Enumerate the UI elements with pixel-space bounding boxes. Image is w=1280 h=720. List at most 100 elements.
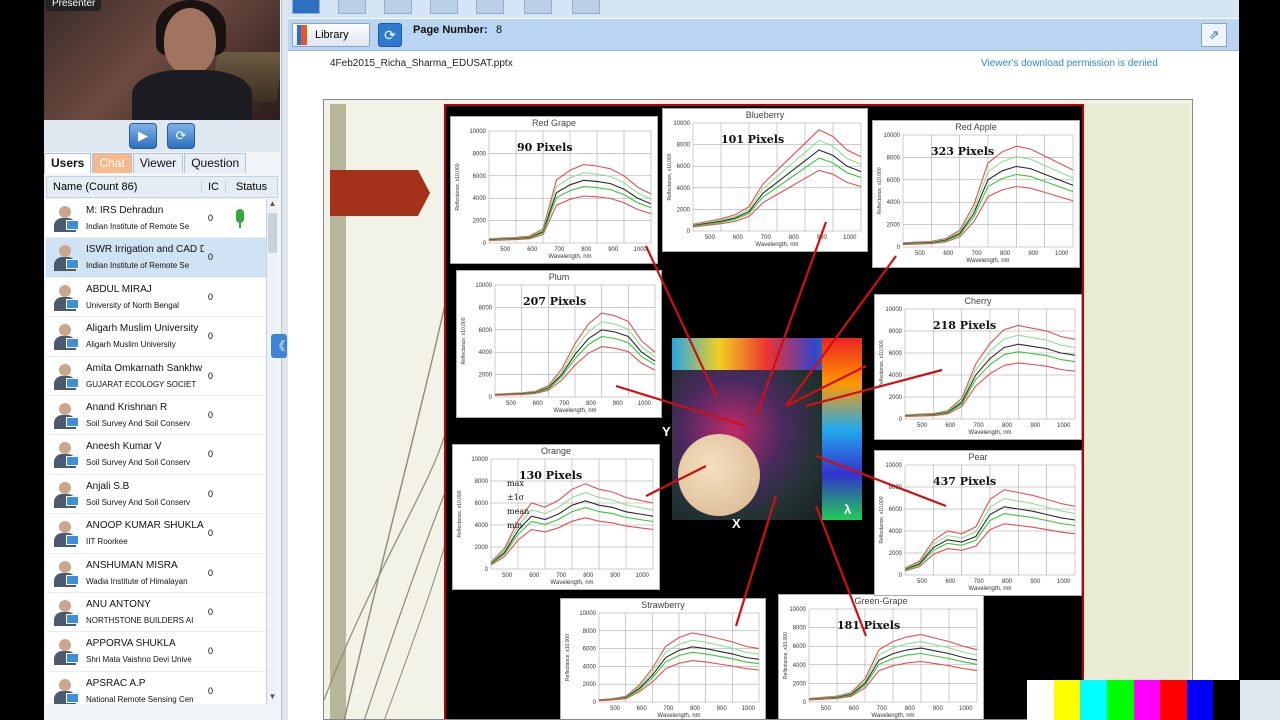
media-icon[interactable] xyxy=(476,0,504,14)
user-list-header: Name (Count 86) IC Status xyxy=(46,176,278,198)
user-ic-count: 0 xyxy=(208,488,214,499)
user-row[interactable]: ABDUL MIRAJ University of North Bengal 0 xyxy=(46,278,266,318)
connector-line xyxy=(814,505,868,637)
column-ic[interactable]: IC xyxy=(201,181,225,193)
left-panel: Presenter ▶ ⟳ Users Chat Viewer Question Na… xyxy=(44,0,282,720)
column-status[interactable]: Status xyxy=(225,181,277,193)
library-icon xyxy=(297,25,307,45)
connector-line xyxy=(785,255,897,407)
app-root: Presenter ▶ ⟳ Users Chat Viewer Question Na… xyxy=(0,0,1280,720)
desktop-share-icon[interactable] xyxy=(524,0,552,14)
user-ic-count: 0 xyxy=(208,606,214,617)
user-row[interactable]: Aneesh Kumar V Soil Survey And Soil Conse… xyxy=(46,435,266,475)
user-row[interactable]: ANOOP KUMAR SHUKLA IIT Roorkee 0 xyxy=(46,514,266,554)
connector-lines xyxy=(615,221,947,637)
refresh-icon: ⟳ xyxy=(175,128,187,143)
user-name: Amita Omkarnath Sankhw xyxy=(86,362,203,374)
list-view-icon[interactable] xyxy=(292,0,320,14)
page-number-value: 8 xyxy=(496,24,503,36)
connector-line xyxy=(615,384,747,428)
tab-question[interactable]: Question xyxy=(184,153,247,173)
user-avatar-icon xyxy=(52,521,79,548)
user-organization: IIT Roorkee xyxy=(86,537,128,547)
play-icon: ▶ xyxy=(138,128,148,143)
library-label: Library xyxy=(315,29,349,41)
user-list-scrollbar[interactable]: ▲ ▼ xyxy=(266,199,278,704)
refresh-video-button[interactable]: ⟳ xyxy=(167,123,195,149)
microphone-icon[interactable] xyxy=(236,209,244,228)
connector-line xyxy=(805,368,943,408)
hyperspectral-figure: Green-Grape 0 2000 4000 6000 8000 10000 500 600 7… xyxy=(444,104,1084,719)
user-ic-count: 0 xyxy=(208,449,214,460)
presenter-video: Presenter xyxy=(44,0,280,120)
user-row[interactable]: APPORVA SHUKLA Shri Mata Vaishno Devi Uni… xyxy=(46,632,266,672)
tab-users[interactable]: Users xyxy=(44,153,92,173)
user-organization: Aligarh Muslim University xyxy=(86,340,176,350)
user-organization: NORTHSTONE BUILDERS AI xyxy=(86,615,194,625)
tab-viewer[interactable]: Viewer xyxy=(132,153,184,173)
color-bar xyxy=(1133,680,1161,720)
document-icon[interactable] xyxy=(384,0,412,14)
library-button[interactable]: Library xyxy=(292,23,370,47)
user-name: ANU ANTONY xyxy=(86,598,151,610)
file-name: 4Feb2015_Richa_Sharma_EDUSAT.pptx xyxy=(330,58,513,69)
collapse-panel-button[interactable]: 《 xyxy=(271,334,287,358)
slide-right-background xyxy=(1084,104,1190,719)
user-row[interactable]: ANSHUMAN MISRA Wadia Institute of Himalay… xyxy=(46,554,266,593)
whiteboard-icon[interactable] xyxy=(338,0,366,14)
play-button[interactable]: ▶ xyxy=(129,123,157,149)
scroll-thumb[interactable] xyxy=(268,213,277,253)
refresh-button[interactable]: ⟳ xyxy=(378,23,402,47)
user-row[interactable]: APSRAC A.P National Remote Sensing Cen 0 xyxy=(46,672,266,704)
user-name: APSRAC A.P xyxy=(86,677,146,689)
user-row[interactable]: Anand Krishnan R Soil Survey And Soil Con… xyxy=(46,396,266,436)
user-row[interactable]: Anjali S.B Soil Survey And Soil Conserv 0 xyxy=(46,475,266,515)
main-viewer: Library ⟳ Page Number: 8 ⇗ 4Feb2015_Rich… xyxy=(288,0,1239,720)
refresh-icon: ⟳ xyxy=(384,27,396,43)
user-organization: Indian Institute of Remote Se xyxy=(86,261,190,271)
color-bar xyxy=(1053,680,1081,720)
user-name: Anjali S.B xyxy=(86,480,130,492)
user-row[interactable]: ISWR Irrigation and CAD D Indian Institut… xyxy=(46,238,266,278)
twod-icon[interactable] xyxy=(430,0,458,14)
user-ic-count: 0 xyxy=(208,528,214,539)
photo-icon[interactable] xyxy=(572,0,600,14)
user-row[interactable]: Amita Omkarnath Sankhw GUJARAT ECOLOGY SO… xyxy=(46,357,266,396)
video-presenter-body xyxy=(132,70,252,120)
user-name: ANSHUMAN MISRA xyxy=(86,559,178,571)
user-ic-count: 0 xyxy=(208,646,214,657)
user-avatar-icon xyxy=(52,481,79,508)
slide-arrow-shape xyxy=(330,170,430,216)
user-avatar-icon xyxy=(52,245,79,272)
user-name: M: IRS Dehradun xyxy=(86,205,164,216)
user-avatar-icon xyxy=(52,442,79,469)
color-test-bars xyxy=(1027,680,1240,720)
user-organization: GUJARAT ECOLOGY SOCIET xyxy=(86,379,197,389)
user-organization: University of North Bengal xyxy=(86,300,179,310)
user-avatar-icon xyxy=(52,678,79,704)
tab-chat[interactable]: Chat xyxy=(92,153,132,173)
popout-button[interactable]: ⇗ xyxy=(1201,23,1227,47)
scroll-up-icon[interactable]: ▲ xyxy=(267,199,278,211)
user-ic-count: 0 xyxy=(208,331,214,342)
user-organization: Soil Survey And Soil Conserv xyxy=(86,418,191,428)
user-row[interactable]: M: IRS Dehradun Indian Institute of Remot… xyxy=(46,199,266,239)
user-avatar-icon xyxy=(52,206,79,232)
scroll-down-icon[interactable]: ▼ xyxy=(267,692,278,704)
video-controls: ▶ ⟳ xyxy=(44,120,280,152)
user-name: Aneesh Kumar V xyxy=(86,441,162,453)
user-row[interactable]: ANU ANTONY NORTHSTONE BUILDERS AI 0 xyxy=(46,593,266,633)
color-bar xyxy=(1160,680,1187,720)
user-avatar-icon xyxy=(52,402,79,429)
color-bar xyxy=(1186,680,1214,720)
user-organization: Soil Survey And Soil Conserv xyxy=(86,497,191,507)
user-row[interactable]: Aligarh Muslim University Aligarh Muslim … xyxy=(46,317,266,357)
user-avatar-icon xyxy=(52,639,79,666)
color-bar xyxy=(1027,680,1054,720)
user-name: Anand Krishnan R xyxy=(86,401,168,413)
column-name[interactable]: Name (Count 86) xyxy=(47,181,201,193)
color-bar xyxy=(1080,680,1107,720)
user-name: ABDUL MIRAJ xyxy=(86,283,152,295)
permission-notice: Viewer's download permission is denied xyxy=(981,58,1158,69)
panel-tabs: Users Chat Viewer Question xyxy=(44,153,280,173)
